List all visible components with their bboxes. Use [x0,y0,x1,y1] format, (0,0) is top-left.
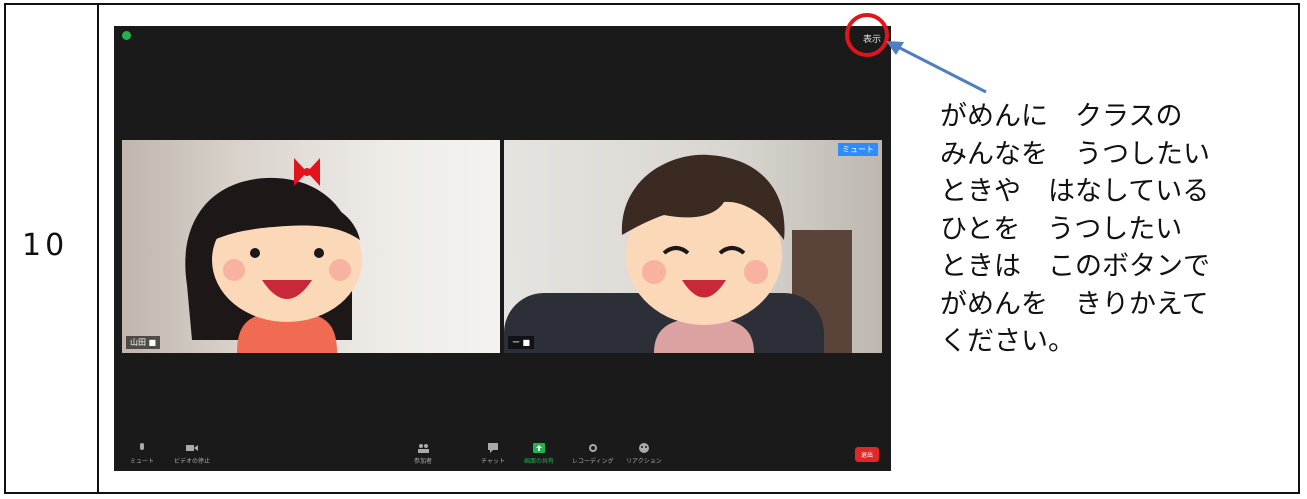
leave-button[interactable]: 退出 [855,447,879,462]
zoom-meeting-screenshot: 表示 山田 ■ ミュート ー ■ ミュート ビデオの停止 参加者 チャット 画面… [114,26,891,471]
chat-icon [487,443,498,453]
instruction-text: がめんに クラスの みんなを うつしたい ときや はなしている ひとを うつした… [940,101,1210,357]
microphone-icon [140,443,144,450]
share-screen-button[interactable]: 画面の共有 [524,443,554,465]
stop-video-button[interactable]: ビデオの停止 [174,443,210,465]
video-camera-icon [186,445,198,451]
participant-name-tag: ー ■ [508,336,535,349]
column-divider [97,3,99,494]
boy-illustration [621,154,785,353]
mute-badge: ミュート [838,143,878,156]
share-screen-icon [533,443,545,453]
participants-icon [418,444,429,453]
reaction-button[interactable]: リアクション [626,443,662,465]
chat-button[interactable]: チャット [481,443,505,465]
security-status-icon [122,31,131,40]
meeting-toolbar: ミュート ビデオの停止 参加者 チャット 画面の共有 レコーディング リアクショ… [114,435,891,471]
record-button[interactable]: レコーディング [572,443,614,465]
record-icon [588,444,597,452]
participant-name-tag: 山田 ■ [126,336,161,349]
pointer-arrow-icon [886,41,987,94]
reaction-icon [638,443,649,453]
participant-tile-left[interactable]: 山田 ■ [122,140,500,353]
participants-button[interactable]: 参加者 [414,443,432,465]
mute-button[interactable]: ミュート [130,443,154,465]
step-number: 10 [22,228,69,263]
girl-illustration [185,158,362,353]
participant-tile-right[interactable]: ミュート ー ■ [504,140,882,353]
